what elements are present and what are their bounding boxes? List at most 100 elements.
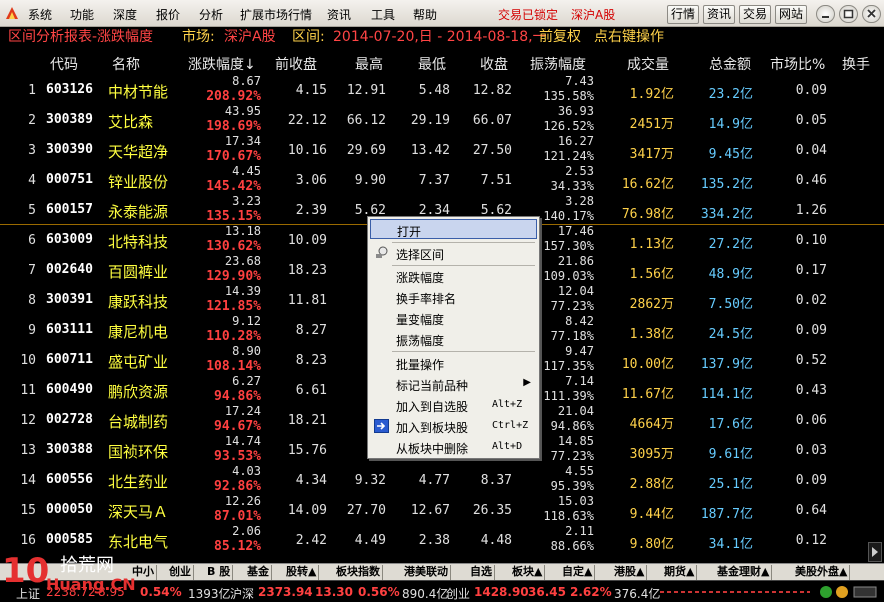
market-ratio: 0.52 bbox=[795, 353, 827, 368]
amplitude-percent: 117.35% bbox=[543, 359, 594, 373]
high-price: 66.12 bbox=[346, 113, 386, 128]
menu-function[interactable]: 功能 bbox=[70, 6, 94, 23]
trade-button[interactable]: 交易 bbox=[739, 5, 771, 24]
table-row[interactable]: 14 600556 北生药业 4.03 92.86% 4.34 9.32 4.77 8.37 4.… bbox=[0, 464, 884, 495]
volume-value: 9.80 bbox=[629, 537, 661, 552]
col-name[interactable]: 名称 bbox=[112, 54, 140, 74]
menu-remove-block[interactable]: 从板块中删除 Alt+D bbox=[370, 437, 537, 457]
col-close[interactable]: 收盘 bbox=[480, 54, 508, 74]
menu-select-range[interactable]: 选择区间 bbox=[370, 243, 537, 263]
menu-news[interactable]: 资讯 bbox=[327, 6, 351, 23]
menu-bar: 系统 功能 深度 报价 分析 扩展市场行情 资讯 工具 帮助 交易已锁定 深沪A… bbox=[0, 0, 884, 27]
minimize-button[interactable] bbox=[816, 5, 835, 23]
change-amount: 4.03 bbox=[232, 464, 261, 478]
volume-value: 3417 bbox=[629, 147, 661, 162]
maximize-button[interactable] bbox=[839, 5, 858, 23]
col-prev-close[interactable]: 前收盘 bbox=[275, 54, 317, 74]
prev-close: 8.27 bbox=[295, 323, 327, 338]
market-tab[interactable]: 板块▲ bbox=[510, 565, 546, 580]
market-tab[interactable]: 港股▲ bbox=[612, 565, 648, 580]
stock-name: 鹏欣资源 bbox=[108, 383, 169, 401]
amplitude-percent: 77.23% bbox=[550, 299, 594, 313]
market-tab[interactable]: 港美联动 bbox=[402, 565, 451, 580]
market-tab[interactable]: 美股外盘▲ bbox=[793, 565, 851, 580]
volume-unit: 亿 bbox=[660, 357, 674, 372]
stock-code: 300390 bbox=[46, 142, 93, 157]
col-turnover[interactable]: 换手 bbox=[842, 54, 870, 74]
menu-system[interactable]: 系统 bbox=[28, 6, 52, 23]
menu-quote[interactable]: 报价 bbox=[156, 6, 180, 23]
col-market-ratio[interactable]: 市场比% bbox=[770, 54, 825, 74]
range-label: 区间: bbox=[292, 29, 325, 45]
table-row[interactable]: 2 300389 艾比森 43.95 198.69% 22.12 66.12 29.19 66.… bbox=[0, 104, 884, 135]
table-row[interactable]: 3 300390 天华超净 17.34 170.67% 10.16 29.69 13.42 27… bbox=[0, 134, 884, 165]
menu-volume-change[interactable]: 量变幅度 bbox=[370, 308, 537, 328]
col-code[interactable]: 代码 bbox=[50, 54, 78, 74]
table-row[interactable]: 4 000751 锌业股份 4.45 145.42% 3.06 9.90 7.37 7.51 2.… bbox=[0, 164, 884, 195]
market-ratio: 0.12 bbox=[795, 533, 827, 548]
menu-open[interactable]: 打开 bbox=[370, 219, 537, 239]
close-price: 26.35 bbox=[472, 503, 512, 518]
market-tab[interactable]: 基金理财▲ bbox=[715, 565, 773, 580]
trade-lock-status: 交易已锁定 bbox=[498, 8, 559, 22]
menu-depth[interactable]: 深度 bbox=[113, 6, 137, 23]
amplitude-percent: 95.39% bbox=[550, 479, 594, 493]
amount-value: 25.1 bbox=[708, 477, 740, 492]
menu-turnover-rank[interactable]: 换手率排名 bbox=[370, 287, 537, 307]
market-tab[interactable]: 自定▲ bbox=[560, 565, 596, 580]
app-logo-icon bbox=[6, 7, 18, 19]
menu-add-block[interactable]: 加入到板块股 Ctrl+Z bbox=[370, 416, 537, 436]
market-ratio: 0.09 bbox=[795, 83, 827, 98]
stock-name: 北生药业 bbox=[108, 473, 169, 491]
watermark-cn: 拾荒网 bbox=[60, 555, 114, 576]
quote-button[interactable]: 行情 bbox=[667, 5, 699, 24]
report-title-bar: 区间分析报表-涨跌幅度 市场: 深沪A股 区间: 2014-07-20,日 - … bbox=[0, 27, 884, 48]
market-label: 市场: bbox=[182, 29, 215, 45]
col-volume[interactable]: 成交量 bbox=[627, 54, 669, 74]
website-button[interactable]: 网站 bbox=[775, 5, 807, 24]
amount-unit: 亿 bbox=[739, 327, 753, 342]
menu-amplitude[interactable]: 振荡幅度 bbox=[370, 329, 537, 349]
menu-add-block-shortcut: Ctrl+Z bbox=[492, 420, 529, 431]
amplitude-value: 9.47 bbox=[565, 344, 594, 358]
row-index: 6 bbox=[28, 233, 36, 248]
menu-help[interactable]: 帮助 bbox=[413, 6, 437, 23]
market-tab[interactable]: 创业 bbox=[167, 565, 194, 580]
stock-name: 天华超净 bbox=[108, 143, 169, 161]
col-amplitude[interactable]: 振荡幅度 bbox=[530, 54, 586, 74]
amount-value: 9.61 bbox=[708, 447, 740, 462]
market-tab[interactable]: B 股 bbox=[205, 565, 234, 580]
menu-add-watchlist[interactable]: 加入到自选股 Alt+Z bbox=[370, 395, 537, 415]
market-tab[interactable]: 期货▲ bbox=[662, 565, 698, 580]
close-button[interactable] bbox=[862, 5, 881, 23]
amount: 23.2亿 bbox=[709, 83, 753, 102]
watermark-number: 10 bbox=[2, 551, 50, 591]
col-amount[interactable]: 总金额 bbox=[709, 54, 751, 74]
news-button[interactable]: 资讯 bbox=[703, 5, 735, 24]
market-tab[interactable]: 基金 bbox=[245, 565, 272, 580]
menu-change-pct[interactable]: 涨跌幅度 bbox=[370, 266, 537, 286]
menu-mark-item[interactable]: 标记当前品种 ▶ bbox=[370, 374, 537, 394]
col-high[interactable]: 最高 bbox=[355, 54, 383, 74]
sz-value: 2373.94 bbox=[258, 585, 313, 599]
market-tab[interactable]: 板块指数 bbox=[334, 565, 383, 580]
menu-analysis[interactable]: 分析 bbox=[199, 6, 223, 23]
market-tab[interactable]: 股转▲ bbox=[284, 565, 320, 580]
volume-value: 9.44 bbox=[629, 507, 661, 522]
amplitude-percent: 77.23% bbox=[550, 449, 594, 463]
volume-value: 2.88 bbox=[629, 477, 661, 492]
prev-close: 22.12 bbox=[287, 113, 327, 128]
menu-extended-market[interactable]: 扩展市场行情 bbox=[240, 6, 312, 23]
volume-value: 2862 bbox=[629, 297, 661, 312]
menu-tools[interactable]: 工具 bbox=[371, 6, 395, 23]
menu-batch[interactable]: 批量操作 bbox=[370, 353, 537, 373]
market-tab[interactable]: 自选 bbox=[468, 565, 495, 580]
table-row[interactable]: 15 000050 深天马Ａ 12.26 87.01% 14.09 27.70 12.67 26… bbox=[0, 494, 884, 525]
report-title: 区间分析报表-涨跌幅度 bbox=[8, 29, 154, 45]
col-change-pct[interactable]: 涨跌幅度↓ bbox=[188, 54, 256, 74]
volume-unit: 亿 bbox=[660, 177, 674, 192]
table-row[interactable]: 1 603126 中材节能 8.67 208.92% 4.15 12.91 5.48 12.82… bbox=[0, 74, 884, 105]
prev-close: 10.09 bbox=[287, 233, 327, 248]
scroll-right-icon[interactable] bbox=[868, 542, 882, 562]
col-low[interactable]: 最低 bbox=[418, 54, 446, 74]
